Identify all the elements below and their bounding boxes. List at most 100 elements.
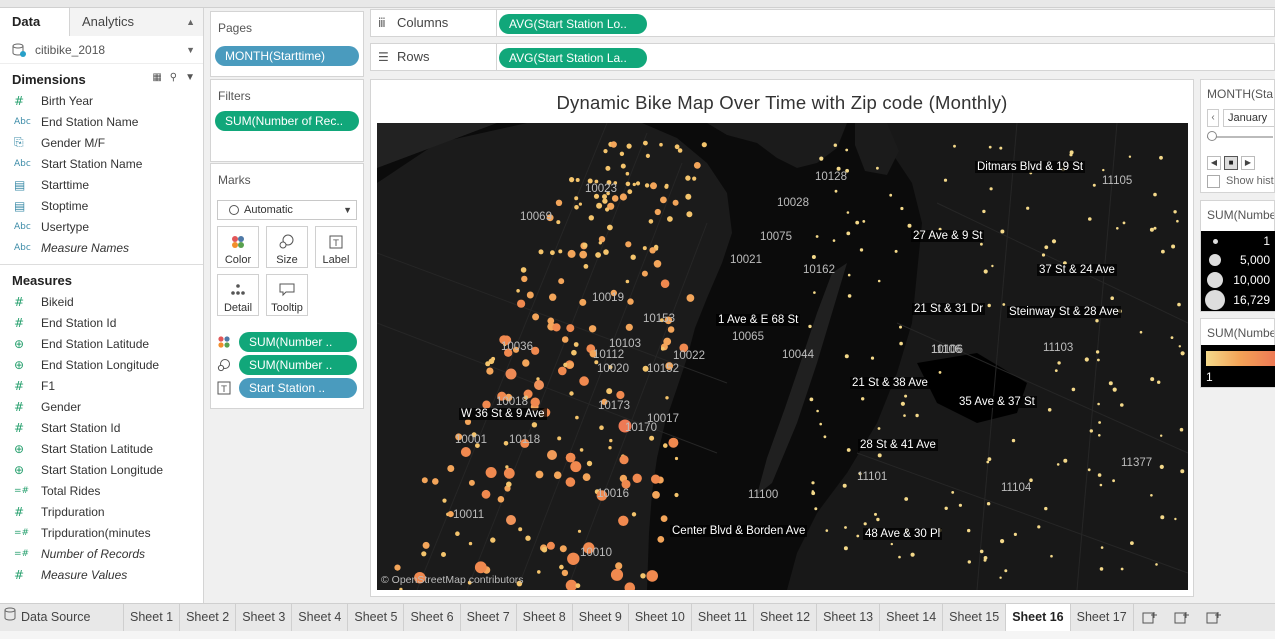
station-dot[interactable] bbox=[1178, 345, 1181, 348]
station-dot[interactable] bbox=[660, 279, 670, 288]
station-dot[interactable] bbox=[1097, 358, 1100, 362]
station-dot[interactable] bbox=[953, 144, 956, 148]
station-dot[interactable] bbox=[474, 561, 487, 574]
station-dot[interactable] bbox=[582, 473, 591, 481]
station-dot[interactable] bbox=[1102, 168, 1105, 172]
station-dot[interactable] bbox=[619, 193, 627, 201]
station-dot[interactable] bbox=[1092, 183, 1096, 187]
station-dot[interactable] bbox=[876, 517, 880, 522]
station-dot[interactable] bbox=[575, 415, 579, 420]
station-dot[interactable] bbox=[991, 264, 994, 268]
station-dot[interactable] bbox=[460, 447, 471, 457]
station-dot[interactable] bbox=[686, 211, 693, 218]
show-history-checkbox[interactable] bbox=[1207, 175, 1220, 188]
station-dot[interactable] bbox=[1174, 517, 1177, 521]
station-dot[interactable] bbox=[967, 560, 971, 564]
station-dot[interactable] bbox=[525, 535, 531, 541]
station-label[interactable]: W 36 St & 9 Ave bbox=[459, 408, 547, 420]
sheet-tab[interactable]: Sheet 11 bbox=[692, 604, 755, 631]
station-label[interactable]: 27 Ave & 9 St bbox=[911, 230, 985, 242]
station-dot[interactable] bbox=[1041, 253, 1046, 257]
station-dot[interactable] bbox=[518, 527, 523, 532]
station-dot[interactable] bbox=[1099, 567, 1104, 571]
sort-arrows-icon[interactable]: ▲ ▼ bbox=[186, 8, 195, 64]
page-select[interactable]: January bbox=[1223, 109, 1274, 127]
page-slider-thumb[interactable] bbox=[1207, 131, 1217, 141]
station-dot[interactable] bbox=[520, 267, 527, 273]
station-dot[interactable] bbox=[468, 541, 473, 546]
field-item[interactable]: =# Tripduration(minutes bbox=[0, 522, 203, 543]
station-dot[interactable] bbox=[660, 196, 667, 204]
station-dot[interactable] bbox=[1051, 239, 1057, 244]
station-dot[interactable] bbox=[1044, 245, 1049, 250]
station-dot[interactable] bbox=[535, 470, 544, 479]
station-dot[interactable] bbox=[665, 396, 669, 400]
station-dot[interactable] bbox=[619, 455, 629, 465]
station-dot[interactable] bbox=[455, 531, 460, 536]
station-dot[interactable] bbox=[938, 371, 942, 374]
chevron-down-icon[interactable]: ▼ bbox=[185, 72, 195, 83]
station-dot[interactable] bbox=[859, 248, 864, 252]
station-dot[interactable] bbox=[842, 483, 847, 488]
station-dot[interactable] bbox=[394, 564, 401, 571]
field-item[interactable]: Abc Usertype bbox=[0, 216, 203, 237]
station-dot[interactable] bbox=[674, 492, 679, 498]
station-dot[interactable] bbox=[943, 178, 948, 182]
station-dot[interactable] bbox=[1047, 408, 1052, 412]
station-dot[interactable] bbox=[811, 255, 816, 259]
station-dot[interactable] bbox=[558, 366, 567, 376]
station-dot[interactable] bbox=[692, 176, 697, 181]
station-dot[interactable] bbox=[1171, 244, 1176, 249]
station-dot[interactable] bbox=[627, 298, 634, 305]
station-label[interactable]: 35 Ave & 37 St bbox=[957, 396, 1037, 408]
station-dot[interactable] bbox=[899, 341, 903, 346]
station-dot[interactable] bbox=[877, 427, 881, 430]
station-dot[interactable] bbox=[1095, 319, 1099, 323]
station-dot[interactable] bbox=[833, 143, 837, 147]
tab-analytics[interactable]: Analytics ▲ ▼ bbox=[70, 8, 203, 55]
station-dot[interactable] bbox=[447, 465, 455, 472]
station-dot[interactable] bbox=[1089, 429, 1093, 433]
sheet-tab[interactable]: Sheet 17 bbox=[1071, 604, 1134, 631]
station-dot[interactable] bbox=[422, 541, 430, 549]
station-dot[interactable] bbox=[468, 479, 475, 486]
station-dot[interactable] bbox=[1098, 421, 1101, 424]
station-dot[interactable] bbox=[825, 529, 829, 532]
station-label[interactable]: 21 St & 31 Dr bbox=[912, 303, 986, 315]
station-dot[interactable] bbox=[663, 443, 668, 448]
station-dot[interactable] bbox=[999, 576, 1002, 579]
station-dot[interactable] bbox=[626, 143, 632, 149]
play-forward-button[interactable]: ▶ bbox=[1241, 156, 1255, 170]
station-dot[interactable] bbox=[1026, 206, 1030, 210]
field-item[interactable]: =# Total Rides bbox=[0, 480, 203, 501]
station-dot[interactable] bbox=[845, 148, 849, 152]
station-dot[interactable] bbox=[814, 507, 818, 511]
station-dot[interactable] bbox=[819, 422, 822, 426]
field-item[interactable]: # Birth Year bbox=[0, 90, 203, 111]
station-dot[interactable] bbox=[642, 246, 647, 251]
new-dashboard-icon[interactable] bbox=[1166, 604, 1198, 631]
station-dot[interactable] bbox=[547, 317, 555, 325]
station-dot[interactable] bbox=[532, 313, 540, 321]
station-dot[interactable] bbox=[1150, 377, 1155, 382]
field-item[interactable]: # Measure Values bbox=[0, 564, 203, 585]
field-item[interactable]: =# Number of Records bbox=[0, 543, 203, 564]
station-dot[interactable] bbox=[1110, 296, 1114, 300]
station-dot[interactable] bbox=[811, 481, 815, 485]
station-dot[interactable] bbox=[625, 171, 630, 176]
station-dot[interactable] bbox=[967, 528, 971, 533]
station-dot[interactable] bbox=[649, 435, 655, 441]
sheet-tab[interactable]: Sheet 1 bbox=[124, 604, 181, 631]
station-dot[interactable] bbox=[863, 522, 867, 526]
station-dot[interactable] bbox=[611, 195, 619, 202]
station-dot[interactable] bbox=[552, 323, 561, 332]
station-dot[interactable] bbox=[1122, 221, 1126, 225]
station-dot[interactable] bbox=[506, 515, 516, 525]
station-dot[interactable] bbox=[999, 146, 1003, 150]
station-dot[interactable] bbox=[1097, 473, 1102, 477]
station-dot[interactable] bbox=[555, 199, 563, 206]
station-dot[interactable] bbox=[586, 460, 593, 467]
station-dot[interactable] bbox=[588, 215, 594, 221]
station-dot[interactable] bbox=[663, 337, 672, 346]
station-dot[interactable] bbox=[685, 193, 692, 200]
